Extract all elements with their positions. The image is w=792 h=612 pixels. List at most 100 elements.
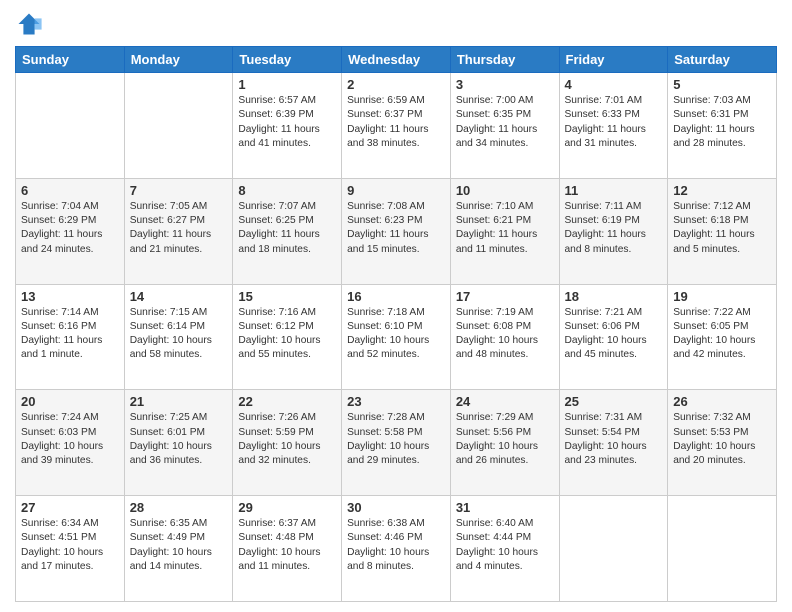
day-cell: 18Sunrise: 7:21 AM Sunset: 6:06 PM Dayli… bbox=[559, 284, 668, 390]
day-number: 19 bbox=[673, 289, 771, 304]
week-row-1: 1 Sunrise: 6:57 AM Sunset: 6:39 PM Daylig… bbox=[16, 73, 777, 179]
day-number: 9 bbox=[347, 183, 445, 198]
day-cell bbox=[668, 496, 777, 602]
day-number: 25 bbox=[565, 394, 663, 409]
day-number: 27 bbox=[21, 500, 119, 515]
day-number: 16 bbox=[347, 289, 445, 304]
day-number: 23 bbox=[347, 394, 445, 409]
day-info: Sunrise: 7:16 AM Sunset: 6:12 PM Dayligh… bbox=[238, 306, 336, 363]
week-row-2: 6 Sunrise: 7:04 AM Sunset: 6:29 PM Daylig… bbox=[16, 178, 777, 284]
day-number: 10 bbox=[456, 183, 554, 198]
day-info: Sunrise: 6:38 AM Sunset: 4:46 PM Dayligh… bbox=[347, 517, 445, 574]
weekday-wednesday: Wednesday bbox=[342, 47, 451, 73]
day-info: Sunrise: 7:31 AM Sunset: 5:54 PM Dayligh… bbox=[565, 411, 663, 468]
week-row-4: 20 Sunrise: 7:24 AM Sunset: 6:03 PM Dayli… bbox=[16, 390, 777, 496]
day-cell: 1 Sunrise: 6:57 AM Sunset: 6:39 PM Daylig… bbox=[233, 73, 342, 179]
day-number: 20 bbox=[21, 394, 119, 409]
day-info: Sunrise: 7:22 AM Sunset: 6:05 PM Dayligh… bbox=[673, 306, 771, 363]
day-number: 7 bbox=[130, 183, 228, 198]
day-info: Sunrise: 7:29 AM Sunset: 5:56 PM Dayligh… bbox=[456, 411, 554, 468]
calendar-table: SundayMondayTuesdayWednesdayThursdayFrid… bbox=[15, 46, 777, 602]
day-number: 30 bbox=[347, 500, 445, 515]
day-cell: 28Sunrise: 6:35 AM Sunset: 4:49 PM Dayli… bbox=[124, 496, 233, 602]
day-info: Sunrise: 7:03 AM Sunset: 6:31 PM Dayligh… bbox=[673, 94, 771, 151]
day-number: 21 bbox=[130, 394, 228, 409]
day-info: Sunrise: 7:32 AM Sunset: 5:53 PM Dayligh… bbox=[673, 411, 771, 468]
weekday-monday: Monday bbox=[124, 47, 233, 73]
day-number: 18 bbox=[565, 289, 663, 304]
day-cell: 7Sunrise: 7:05 AM Sunset: 6:27 PM Daylig… bbox=[124, 178, 233, 284]
day-cell: 30 Sunrise: 6:38 AM Sunset: 4:46 PM Dayli… bbox=[342, 496, 451, 602]
day-number: 12 bbox=[673, 183, 771, 198]
weekday-saturday: Saturday bbox=[668, 47, 777, 73]
day-cell: 27 Sunrise: 6:34 AM Sunset: 4:51 PM Dayli… bbox=[16, 496, 125, 602]
weekday-sunday: Sunday bbox=[16, 47, 125, 73]
day-info: Sunrise: 6:35 AM Sunset: 4:49 PM Dayligh… bbox=[130, 517, 228, 574]
day-cell: 6 Sunrise: 7:04 AM Sunset: 6:29 PM Daylig… bbox=[16, 178, 125, 284]
day-cell: 11 Sunrise: 7:11 AM Sunset: 6:19 PM Dayli… bbox=[559, 178, 668, 284]
day-info: Sunrise: 7:15 AM Sunset: 6:14 PM Dayligh… bbox=[130, 306, 228, 363]
day-info: Sunrise: 6:57 AM Sunset: 6:39 PM Dayligh… bbox=[238, 94, 336, 151]
day-cell: 20 Sunrise: 7:24 AM Sunset: 6:03 PM Dayli… bbox=[16, 390, 125, 496]
day-cell: 19 Sunrise: 7:22 AM Sunset: 6:05 PM Dayli… bbox=[668, 284, 777, 390]
weekday-friday: Friday bbox=[559, 47, 668, 73]
day-info: Sunrise: 6:37 AM Sunset: 4:48 PM Dayligh… bbox=[238, 517, 336, 574]
day-cell: 2 Sunrise: 6:59 AM Sunset: 6:37 PM Daylig… bbox=[342, 73, 451, 179]
weekday-tuesday: Tuesday bbox=[233, 47, 342, 73]
day-cell: 5 Sunrise: 7:03 AM Sunset: 6:31 PM Daylig… bbox=[668, 73, 777, 179]
day-info: Sunrise: 7:28 AM Sunset: 5:58 PM Dayligh… bbox=[347, 411, 445, 468]
day-number: 31 bbox=[456, 500, 554, 515]
day-cell: 23 Sunrise: 7:28 AM Sunset: 5:58 PM Dayli… bbox=[342, 390, 451, 496]
day-info: Sunrise: 7:01 AM Sunset: 6:33 PM Dayligh… bbox=[565, 94, 663, 151]
day-number: 2 bbox=[347, 77, 445, 92]
day-info: Sunrise: 7:08 AM Sunset: 6:23 PM Dayligh… bbox=[347, 200, 445, 257]
day-number: 29 bbox=[238, 500, 336, 515]
day-info: Sunrise: 6:59 AM Sunset: 6:37 PM Dayligh… bbox=[347, 94, 445, 151]
day-cell: 12 Sunrise: 7:12 AM Sunset: 6:18 PM Dayli… bbox=[668, 178, 777, 284]
day-number: 17 bbox=[456, 289, 554, 304]
weekday-thursday: Thursday bbox=[450, 47, 559, 73]
week-row-3: 13Sunrise: 7:14 AM Sunset: 6:16 PM Dayli… bbox=[16, 284, 777, 390]
day-number: 22 bbox=[238, 394, 336, 409]
day-cell: 16Sunrise: 7:18 AM Sunset: 6:10 PM Dayli… bbox=[342, 284, 451, 390]
weekday-header-row: SundayMondayTuesdayWednesdayThursdayFrid… bbox=[16, 47, 777, 73]
header bbox=[15, 10, 777, 38]
day-cell bbox=[16, 73, 125, 179]
day-info: Sunrise: 7:10 AM Sunset: 6:21 PM Dayligh… bbox=[456, 200, 554, 257]
day-info: Sunrise: 6:34 AM Sunset: 4:51 PM Dayligh… bbox=[21, 517, 119, 574]
day-number: 4 bbox=[565, 77, 663, 92]
day-info: Sunrise: 7:25 AM Sunset: 6:01 PM Dayligh… bbox=[130, 411, 228, 468]
day-info: Sunrise: 7:11 AM Sunset: 6:19 PM Dayligh… bbox=[565, 200, 663, 257]
day-number: 8 bbox=[238, 183, 336, 198]
day-number: 6 bbox=[21, 183, 119, 198]
day-info: Sunrise: 6:40 AM Sunset: 4:44 PM Dayligh… bbox=[456, 517, 554, 574]
day-number: 15 bbox=[238, 289, 336, 304]
logo bbox=[15, 10, 47, 38]
day-cell: 21 Sunrise: 7:25 AM Sunset: 6:01 PM Dayli… bbox=[124, 390, 233, 496]
day-cell: 9 Sunrise: 7:08 AM Sunset: 6:23 PM Daylig… bbox=[342, 178, 451, 284]
day-cell: 24 Sunrise: 7:29 AM Sunset: 5:56 PM Dayli… bbox=[450, 390, 559, 496]
day-number: 24 bbox=[456, 394, 554, 409]
day-info: Sunrise: 7:12 AM Sunset: 6:18 PM Dayligh… bbox=[673, 200, 771, 257]
day-cell: 4 Sunrise: 7:01 AM Sunset: 6:33 PM Daylig… bbox=[559, 73, 668, 179]
day-info: Sunrise: 7:00 AM Sunset: 6:35 PM Dayligh… bbox=[456, 94, 554, 151]
day-cell bbox=[124, 73, 233, 179]
day-cell: 22Sunrise: 7:26 AM Sunset: 5:59 PM Dayli… bbox=[233, 390, 342, 496]
day-cell: 8Sunrise: 7:07 AM Sunset: 6:25 PM Daylig… bbox=[233, 178, 342, 284]
day-cell bbox=[559, 496, 668, 602]
day-cell: 14 Sunrise: 7:15 AM Sunset: 6:14 PM Dayli… bbox=[124, 284, 233, 390]
day-info: Sunrise: 7:04 AM Sunset: 6:29 PM Dayligh… bbox=[21, 200, 119, 257]
day-number: 14 bbox=[130, 289, 228, 304]
day-number: 11 bbox=[565, 183, 663, 198]
page: SundayMondayTuesdayWednesdayThursdayFrid… bbox=[0, 0, 792, 612]
day-info: Sunrise: 7:14 AM Sunset: 6:16 PM Dayligh… bbox=[21, 306, 119, 363]
day-cell: 29 Sunrise: 6:37 AM Sunset: 4:48 PM Dayli… bbox=[233, 496, 342, 602]
day-cell: 10 Sunrise: 7:10 AM Sunset: 6:21 PM Dayli… bbox=[450, 178, 559, 284]
day-number: 5 bbox=[673, 77, 771, 92]
day-cell: 3Sunrise: 7:00 AM Sunset: 6:35 PM Daylig… bbox=[450, 73, 559, 179]
week-row-5: 27 Sunrise: 6:34 AM Sunset: 4:51 PM Dayli… bbox=[16, 496, 777, 602]
day-info: Sunrise: 7:19 AM Sunset: 6:08 PM Dayligh… bbox=[456, 306, 554, 363]
day-cell: 17 Sunrise: 7:19 AM Sunset: 6:08 PM Dayli… bbox=[450, 284, 559, 390]
day-info: Sunrise: 7:24 AM Sunset: 6:03 PM Dayligh… bbox=[21, 411, 119, 468]
day-number: 1 bbox=[238, 77, 336, 92]
